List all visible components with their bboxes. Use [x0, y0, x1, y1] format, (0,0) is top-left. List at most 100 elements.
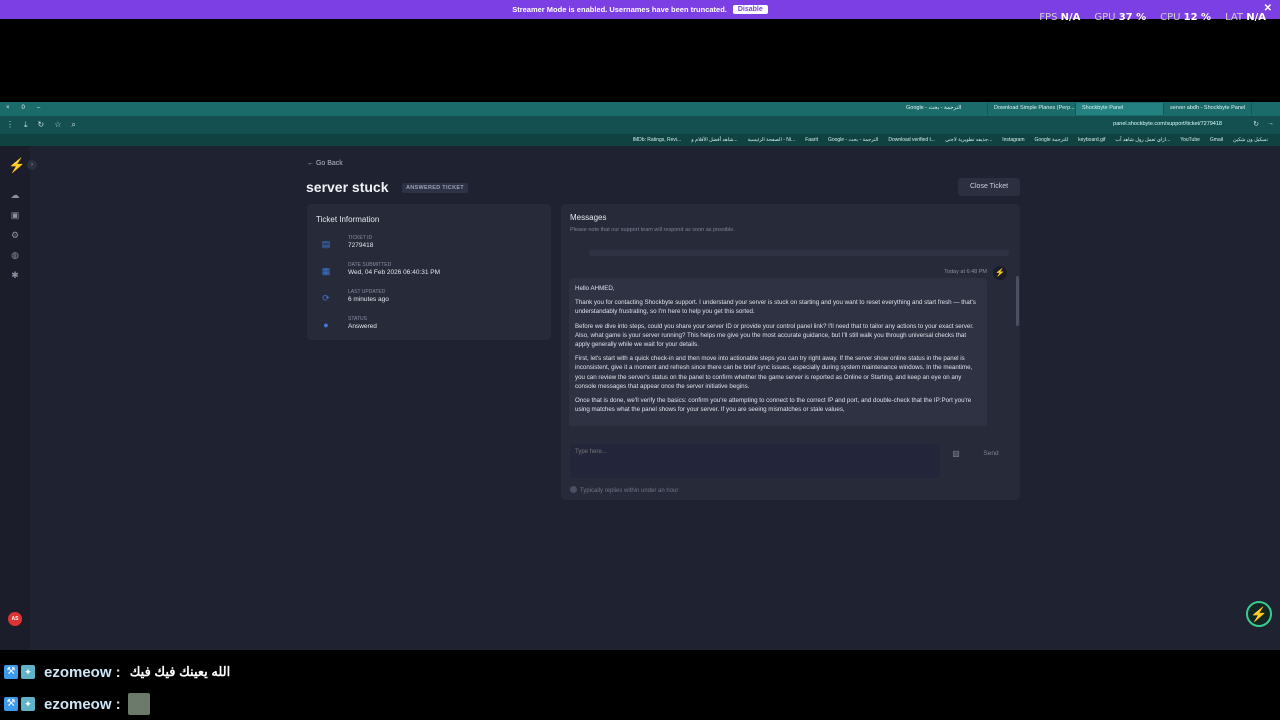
bookmark-item[interactable]: Gmail	[1210, 137, 1223, 143]
badge-icon: ✦	[21, 697, 35, 711]
close-ticket-button[interactable]: Close Ticket	[958, 178, 1020, 196]
badge-icon: ⚒	[4, 665, 18, 679]
status-label: STATUS	[348, 316, 367, 322]
bookmark-item[interactable]: Instagram	[1002, 137, 1024, 143]
chat-username: ezomeow :	[44, 695, 121, 713]
chat-message: ⚒ ✦ ezomeow :	[4, 693, 604, 715]
bookmark-item[interactable]: YouTube	[1180, 137, 1200, 143]
window-workspace-icon[interactable]: 0	[22, 105, 25, 111]
browser-tab[interactable]: Download Simple Planes (Perp...	[988, 103, 1076, 115]
emote-image	[127, 693, 150, 715]
last-updated-row: ⟳ LAST UPDATED 6 minutes ago	[320, 289, 540, 309]
date-submitted-value: Wed, 04 Feb 2026 06:40:31 PM	[348, 269, 441, 276]
expand-sidebar-icon[interactable]: ›	[27, 160, 37, 170]
bookmark-item[interactable]: جذيفه تطويرية لاجتي...	[945, 137, 992, 143]
gift-icon[interactable]: ▣	[10, 210, 20, 220]
perf-fps: FPS N/A	[1039, 12, 1081, 23]
refresh-icon: ⟳	[322, 293, 330, 303]
date-submitted-label: DATE SUBMITTED	[348, 262, 392, 268]
status-row: ● STATUS Answered	[320, 316, 540, 336]
message-paragraph: Thank you for contacting Shockbyte suppo…	[575, 299, 976, 316]
window-controls: × 0 –	[6, 105, 40, 111]
chat-username: ezomeow :	[44, 663, 121, 681]
bookmark-item[interactable]: Google للترجمة	[1035, 137, 1069, 143]
message-list[interactable]: Today at 6:48 PM ⚡ Hello AHMED, Thank yo…	[569, 250, 1009, 426]
message-bubble: Hello AHMED, Thank you for contacting Sh…	[569, 278, 987, 426]
browser-tab-active[interactable]: Shockbyte Panel	[1076, 103, 1164, 115]
bug-icon[interactable]: ✱	[10, 270, 20, 280]
badge-icon: ⚒	[4, 697, 18, 711]
browser-window: × 0 – Google - الترجمة - بحث Download Si…	[0, 102, 1280, 650]
search-icon[interactable]: ⌕	[71, 120, 75, 130]
send-button[interactable]: Send	[979, 448, 1003, 460]
menu-icon[interactable]: ⋮	[6, 120, 14, 130]
star-icon[interactable]: ☆	[54, 120, 61, 130]
messages-heading: Messages	[570, 213, 607, 222]
address-bar: ⋮ ⤓ ↻ ☆ ⌕ panel.shockbyte.com/support/ti…	[0, 116, 1280, 134]
ticket-information-card: Ticket Information ▤ TICKET ID 7279418 ▦…	[307, 204, 551, 340]
bookmark-item[interactable]: Google - الترجمة - بحث	[828, 137, 878, 143]
status-badge: ANSWERED TICKET	[402, 183, 468, 193]
calendar-icon: ▦	[321, 266, 331, 276]
bookmark-item[interactable]: Download verified t...	[888, 137, 935, 143]
bookmark-item[interactable]: Faarit	[805, 137, 818, 143]
bookmark-item[interactable]: شاهد أفضل الأفلام و...	[691, 137, 737, 143]
bookmark-item[interactable]: ازاي تعمل رول شاهد آب...	[1115, 137, 1170, 143]
page-title: server stuck	[306, 179, 389, 195]
message-timestamp: Today at 6:48 PM	[944, 269, 987, 275]
url-field[interactable]: panel.shockbyte.com/support/ticket/72794…	[1113, 121, 1222, 127]
bookmark-item[interactable]: تسكيل ون شكين	[1233, 137, 1268, 143]
go-back-link[interactable]: ← Go Back	[307, 160, 343, 167]
ticket-id-row: ▤ TICKET ID 7279418	[320, 235, 540, 255]
clock-icon	[570, 486, 577, 493]
message-paragraph: First, let's start with a quick check-in…	[575, 355, 973, 390]
message-scrollbar[interactable]	[1016, 276, 1019, 326]
window-close-icon[interactable]: ×	[6, 105, 10, 111]
sidebar: ⚡ › ☁ ▣ ⚙ ◍ ✱ AS	[0, 146, 37, 650]
message-input[interactable]	[570, 444, 940, 478]
refresh-icon[interactable]: ↻	[1253, 120, 1259, 128]
reply-time-note: Typically replies within under an hour	[570, 486, 678, 494]
window-minimize-icon[interactable]: –	[37, 105, 40, 111]
perf-cpu: CPU 12 %	[1160, 12, 1212, 23]
status-icon: ●	[323, 320, 329, 330]
tab-bar: × 0 – Google - الترجمة - بحث Download Si…	[0, 102, 1280, 116]
messages-panel: Messages Please note that our support te…	[561, 204, 1020, 500]
ticket-info-heading: Ticket Information	[316, 215, 380, 224]
message-paragraph: Hello AHMED,	[575, 285, 615, 292]
messages-note: Please note that our support team will r…	[570, 227, 735, 233]
image-upload-icon[interactable]: ▨	[951, 449, 961, 459]
gear-icon[interactable]: ⚙	[10, 230, 20, 240]
last-updated-value: 6 minutes ago	[348, 296, 389, 303]
bookmark-item[interactable]: الصفحة الرئيسية - Ni...	[748, 137, 796, 143]
chat-text: الله يعينك فيك فيك	[129, 664, 231, 679]
shockbyte-logo-icon[interactable]: ⚡	[8, 158, 25, 172]
previous-message	[589, 250, 1009, 256]
last-updated-label: LAST UPDATED	[348, 289, 386, 295]
message-paragraph: Before we dive into steps, could you sha…	[575, 322, 974, 349]
ticket-icon: ▤	[321, 239, 331, 249]
disable-streamer-mode-button[interactable]: Disable	[732, 5, 768, 14]
browser-tab[interactable]: Google - الترجمة - بحث	[900, 103, 988, 115]
back-icon[interactable]: →	[1267, 120, 1274, 128]
badge-icon: ✦	[21, 665, 35, 679]
date-submitted-row: ▦ DATE SUBMITTED Wed, 04 Feb 2026 06:40:…	[320, 262, 540, 282]
support-chat-fab[interactable]: ⚡	[1246, 601, 1272, 627]
banner-text: Streamer Mode is enabled. Usernames have…	[512, 5, 727, 14]
status-value: Answered	[348, 323, 377, 330]
chat-message: ⚒ ✦ ezomeow : الله يعينك فيك فيك	[4, 661, 604, 683]
shockbyte-panel: ⚡ › ☁ ▣ ⚙ ◍ ✱ AS ← Go Back server stuck …	[0, 146, 1280, 650]
message-composer	[570, 444, 940, 478]
browser-tab[interactable]: server abdh - Shockbyte Panel	[1164, 103, 1252, 115]
message-paragraph: Once that is done, we'll verify the basi…	[575, 397, 972, 414]
globe-icon[interactable]: ◍	[10, 250, 20, 260]
bookmark-item[interactable]: IMDb: Ratings, Revi...	[633, 137, 682, 143]
bookmark-item[interactable]: keyboard.gif	[1078, 137, 1105, 143]
bookmarks-bar: IMDb: Ratings, Revi... شاهد أفضل الأفلام…	[0, 134, 1280, 146]
support-avatar-icon: ⚡	[993, 266, 1007, 280]
download-icon[interactable]: ⤓	[24, 120, 28, 130]
reload-icon[interactable]: ↻	[38, 120, 45, 130]
perf-lat: LAT N/A	[1225, 12, 1266, 23]
cloud-icon[interactable]: ☁	[10, 190, 20, 200]
avatar[interactable]: AS	[8, 612, 22, 626]
